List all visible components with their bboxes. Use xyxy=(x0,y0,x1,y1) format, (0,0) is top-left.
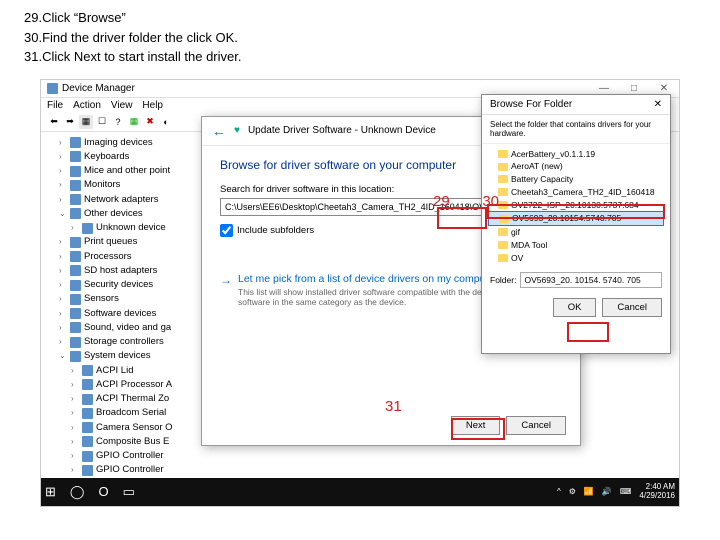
cortana-icon[interactable]: O xyxy=(98,484,108,499)
taskview-icon[interactable]: ▭ xyxy=(123,484,135,500)
redbox-30 xyxy=(487,204,665,219)
include-subfolders-checkbox[interactable] xyxy=(220,224,233,237)
browse-cancel-button[interactable]: Cancel xyxy=(602,298,662,317)
browse-title-text: Browse For Folder xyxy=(490,99,572,110)
tb-icon[interactable]: ▦ xyxy=(127,115,141,129)
tree-item[interactable]: ›High precision event timer xyxy=(45,506,675,507)
tree-item[interactable]: ›GPIO Controller xyxy=(45,463,675,477)
folder-label: Folder: xyxy=(490,275,516,285)
device-manager-icon xyxy=(47,83,58,94)
tb-icon[interactable]: ◐ xyxy=(159,115,173,129)
redbox-ok xyxy=(567,322,609,342)
folder-item[interactable]: OV xyxy=(488,252,664,265)
menu-view[interactable]: View xyxy=(111,100,133,111)
browse-message: Select the folder that contains drivers … xyxy=(482,115,670,144)
volume-icon[interactable]: 🔊 xyxy=(602,487,612,496)
tb-icon[interactable]: ? xyxy=(111,115,125,129)
tray-icon[interactable]: 📶 xyxy=(584,487,594,496)
screenshot-region: Device Manager — □ ✕ File Action View He… xyxy=(40,79,680,507)
window-title: Device Manager xyxy=(62,83,135,94)
folder-item[interactable]: MDA Tool xyxy=(488,239,664,252)
include-subfolders-label: Include subfolders xyxy=(237,225,314,236)
heart-icon: ♥ xyxy=(234,125,240,136)
folder-name-input[interactable] xyxy=(520,272,662,288)
redbox-31 xyxy=(451,418,505,440)
tray-icon[interactable]: ⚙ xyxy=(569,487,576,496)
keyboard-icon[interactable]: ⌨ xyxy=(620,487,632,496)
folder-item[interactable]: gif xyxy=(488,226,664,239)
menu-file[interactable]: File xyxy=(47,100,63,111)
folder-item[interactable]: AcerBattery_v0.1.1.19 xyxy=(488,148,664,161)
instruction-31: 31.Click Next to start install the drive… xyxy=(24,47,696,67)
back-arrow-icon[interactable]: ← xyxy=(212,123,226,139)
tb-icon[interactable]: ☐ xyxy=(95,115,109,129)
taskbar: ⊞ ◯ O ▭ ^ ⚙ 📶 🔊 ⌨ 2:40 AM 4/29/2016 xyxy=(41,478,679,506)
browse-folder-dialog: Browse For Folder ✕ Select the folder th… xyxy=(481,94,671,354)
tray-up-icon[interactable]: ^ xyxy=(557,487,561,496)
redbox-29 xyxy=(437,207,487,229)
wizard-title: Update Driver Software - Unknown Device xyxy=(248,125,436,136)
callout-31: 31 xyxy=(385,398,402,415)
back-icon[interactable]: ⬅ xyxy=(47,115,61,129)
tb-icon[interactable]: ✖ xyxy=(143,115,157,129)
tree-item[interactable]: ›GPIO Controller xyxy=(45,449,675,463)
folder-item[interactable]: Cheetah3_Camera_TH2_4ID_160418 xyxy=(488,186,664,199)
forward-icon[interactable]: ➡ xyxy=(63,115,77,129)
search-icon[interactable]: ◯ xyxy=(70,484,85,500)
menu-action[interactable]: Action xyxy=(73,100,101,111)
folder-item[interactable]: AeroAT (new) xyxy=(488,160,664,173)
arrow-icon: → xyxy=(220,273,232,307)
taskbar-clock[interactable]: 2:40 AM 4/29/2016 xyxy=(639,483,675,501)
instruction-30: 30.Find the driver folder the click OK. xyxy=(24,28,696,48)
tb-icon[interactable]: ▦ xyxy=(79,115,93,129)
ok-button[interactable]: OK xyxy=(553,298,597,317)
folder-item[interactable]: Battery Capacity xyxy=(488,173,664,186)
menu-help[interactable]: Help xyxy=(142,100,163,111)
start-icon[interactable]: ⊞ xyxy=(45,484,56,500)
cancel-button[interactable]: Cancel xyxy=(506,416,566,435)
browse-close-icon[interactable]: ✕ xyxy=(654,99,662,110)
instruction-29: 29.Click “Browse” xyxy=(24,8,696,28)
